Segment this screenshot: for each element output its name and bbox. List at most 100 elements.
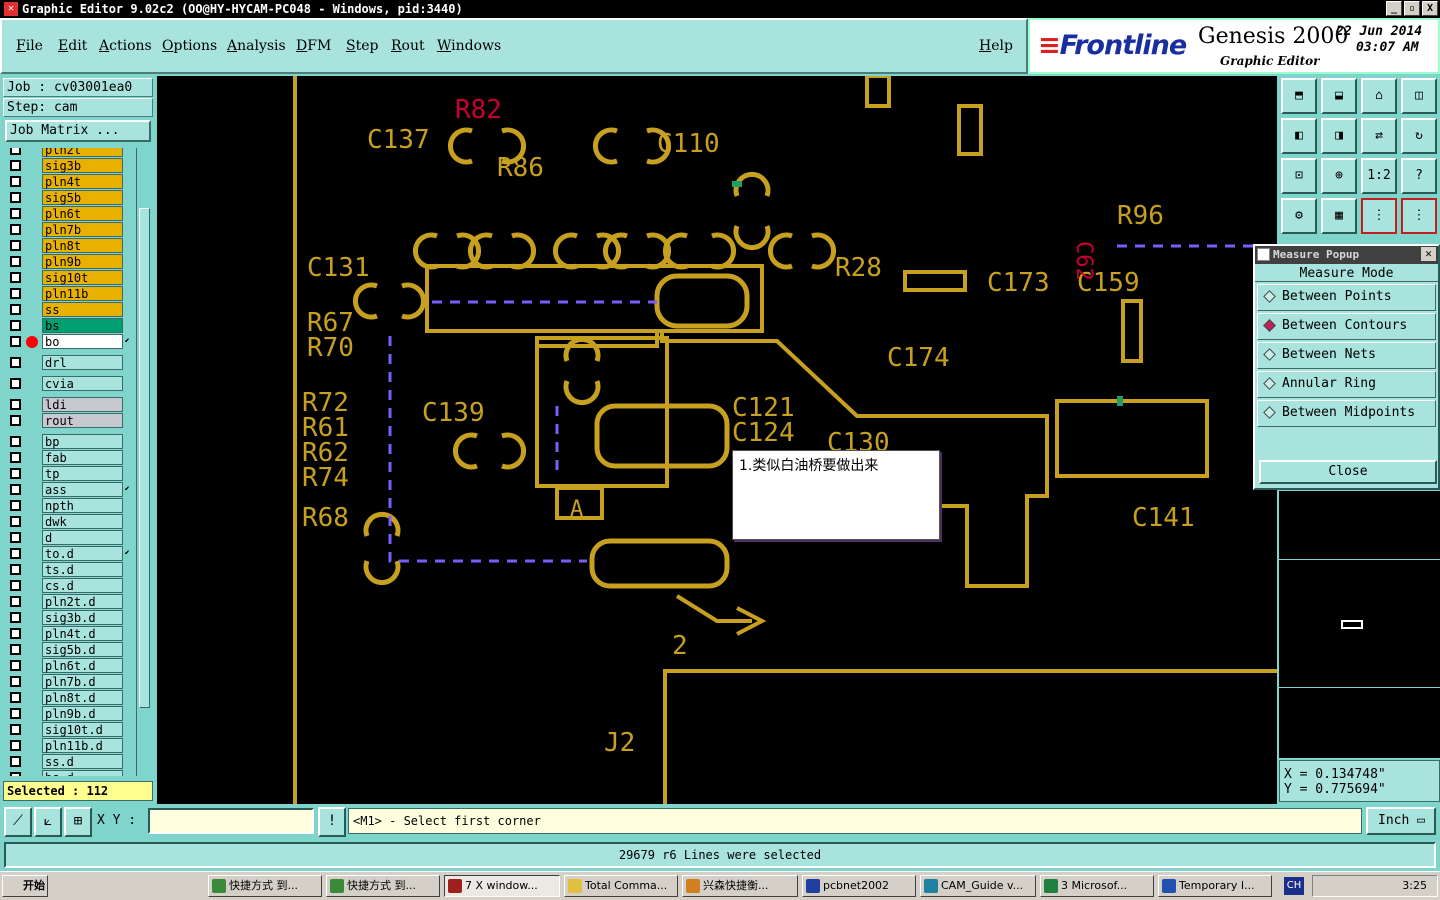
layer-checkbox[interactable] xyxy=(10,192,21,203)
home-icon[interactable]: ⌂ xyxy=(1361,78,1397,114)
layer-name[interactable]: drl xyxy=(42,355,123,370)
layer-row-bp[interactable]: bp xyxy=(4,434,134,449)
menu-actions[interactable]: Actions xyxy=(99,38,152,54)
taskbar-item[interactable]: Total Comma... xyxy=(564,875,678,897)
layer-row-tp[interactable]: tp xyxy=(4,466,134,481)
layer-row-sig3b-d[interactable]: sig3b.d xyxy=(4,610,134,625)
layer-name[interactable]: dwk xyxy=(42,514,123,529)
layer-scrollbar[interactable] xyxy=(136,148,152,776)
layer-row-cs-d[interactable]: cs.d xyxy=(4,578,134,593)
layer-checkbox[interactable] xyxy=(10,148,21,155)
layer-checkbox[interactable] xyxy=(10,532,21,543)
layer-checkbox[interactable] xyxy=(10,378,21,389)
layer-checkbox[interactable] xyxy=(10,772,21,776)
mirror-icon[interactable]: ⇄ xyxy=(1361,118,1397,154)
overview-window[interactable] xyxy=(1279,490,1440,758)
layer-checkbox[interactable] xyxy=(10,336,21,347)
layer-name[interactable]: pln9b.d xyxy=(42,706,123,721)
layer-name[interactable]: ass xyxy=(42,482,123,497)
start-button[interactable]: 开始 xyxy=(2,875,48,897)
taskbar-item[interactable]: 兴森快捷衡... xyxy=(682,875,798,897)
taskbar-item[interactable]: pcbnet2002 xyxy=(802,875,916,897)
measure-option-between-contours[interactable]: Between Contours xyxy=(1257,313,1436,340)
layer-checkbox[interactable] xyxy=(10,436,21,447)
layer-name[interactable]: pln8t xyxy=(42,238,123,253)
close-window-button[interactable]: X xyxy=(1422,1,1438,16)
layer-name[interactable]: pln2t xyxy=(42,148,123,157)
menu-edit[interactable]: Edit xyxy=(58,38,87,54)
layer-checkbox[interactable] xyxy=(10,724,21,735)
layer-name[interactable]: pln8t.d xyxy=(42,690,123,705)
layer-name[interactable]: sig10t xyxy=(42,270,123,285)
popup-close-icon[interactable]: ✕ xyxy=(1421,247,1436,261)
layer-row-pln4t-d[interactable]: pln4t.d xyxy=(4,626,134,641)
layer-name[interactable]: pln7b xyxy=(42,222,123,237)
layer-checkbox[interactable] xyxy=(10,596,21,607)
layer-row-pln8t[interactable]: pln8t xyxy=(4,238,134,253)
layer-checkbox[interactable] xyxy=(10,240,21,251)
layer-checkbox[interactable] xyxy=(10,500,21,511)
layer-checkbox[interactable] xyxy=(10,272,21,283)
menu-dfm[interactable]: DFM xyxy=(296,38,331,54)
layer-name[interactable]: cvia xyxy=(42,376,123,391)
layer-name[interactable]: fab xyxy=(42,450,123,465)
zoom-home-icon[interactable]: ⬒ xyxy=(1281,78,1317,114)
layer-name[interactable]: bp xyxy=(42,434,123,449)
layer-row-sig3b[interactable]: sig3b xyxy=(4,158,134,173)
annotation-note[interactable]: 1.类似白油桥要做出来 xyxy=(732,450,940,540)
measure-option-between-points[interactable]: Between Points xyxy=(1257,284,1436,311)
zoom-fit-icon[interactable]: ⊡ xyxy=(1281,158,1317,194)
measure-option-between-midpoints[interactable]: Between Midpoints xyxy=(1257,400,1436,427)
window-split-icon[interactable]: ◫ xyxy=(1401,78,1437,114)
rotate-icon[interactable]: ↻ xyxy=(1401,118,1437,154)
layer-checkbox[interactable] xyxy=(10,304,21,315)
layer-checkbox[interactable] xyxy=(10,564,21,575)
taskbar-item[interactable]: 3 Microsof... xyxy=(1040,875,1154,897)
layer-name[interactable]: sig10t.d xyxy=(42,722,123,737)
taskbar-item[interactable]: 7 X window... xyxy=(444,875,560,897)
measure-icon[interactable]: ⟀ xyxy=(34,807,62,837)
pan-right-icon[interactable]: ◨ xyxy=(1321,118,1357,154)
layer-row-pln6t-d[interactable]: pln6t.d xyxy=(4,658,134,673)
layer-name[interactable]: sig5b xyxy=(42,190,123,205)
xy-input[interactable] xyxy=(148,808,314,834)
layer-row-drl[interactable]: drl xyxy=(4,355,134,370)
language-indicator[interactable]: CH xyxy=(1284,877,1304,895)
layer-row-d[interactable]: d xyxy=(4,530,134,545)
layer-checkbox[interactable] xyxy=(10,176,21,187)
snap-icon[interactable]: ⟋ xyxy=(4,807,32,837)
taskbar-item[interactable]: 快捷方式 到... xyxy=(326,875,440,897)
maximize-button[interactable]: ▫ xyxy=(1404,1,1420,16)
layer-checkbox[interactable] xyxy=(10,516,21,527)
layer-name[interactable]: cs.d xyxy=(42,578,123,593)
layer-row-pln6t[interactable]: pln6t xyxy=(4,206,134,221)
help-icon[interactable]: ? xyxy=(1401,158,1437,194)
layer-checkbox[interactable] xyxy=(10,208,21,219)
net-icon[interactable]: ⋮ xyxy=(1361,198,1397,234)
layer-row-pln7b[interactable]: pln7b xyxy=(4,222,134,237)
layer-checkbox[interactable] xyxy=(10,740,21,751)
layer-checkbox[interactable] xyxy=(10,160,21,171)
layer-checkbox[interactable] xyxy=(10,357,21,368)
layer-name[interactable]: pln7b.d xyxy=(42,674,123,689)
layer-name[interactable]: tp xyxy=(42,466,123,481)
close-button[interactable]: Close xyxy=(1259,460,1437,484)
layer-row-sig10t-d[interactable]: sig10t.d xyxy=(4,722,134,737)
layer-row-sig5b-d[interactable]: sig5b.d xyxy=(4,642,134,657)
layer-name[interactable]: sig5b.d xyxy=(42,642,123,657)
layer-name[interactable]: rout xyxy=(42,413,123,428)
menu-rout[interactable]: Rout xyxy=(391,38,425,54)
layer-checkbox[interactable] xyxy=(10,548,21,559)
layer-checkbox[interactable] xyxy=(10,580,21,591)
minimize-button[interactable]: _ xyxy=(1386,1,1402,16)
layer-row-sig5b[interactable]: sig5b xyxy=(4,190,134,205)
layer-name[interactable]: bs.d xyxy=(42,770,123,776)
layer-row-bo[interactable]: bo ⬋ xyxy=(4,334,134,349)
layer-checkbox[interactable] xyxy=(10,452,21,463)
layer-row-ldi[interactable]: ldi xyxy=(4,397,134,412)
graphic-canvas[interactable]: C137 C110 R86 R28 R96 C173 C159 C174 C13… xyxy=(157,76,1277,804)
layer-row-pln11b-d[interactable]: pln11b.d xyxy=(4,738,134,753)
layer-name[interactable]: pln2t.d xyxy=(42,594,123,609)
taskbar-item[interactable]: 快捷方式 到... xyxy=(208,875,322,897)
layer-name[interactable]: pln6t.d xyxy=(42,658,123,673)
